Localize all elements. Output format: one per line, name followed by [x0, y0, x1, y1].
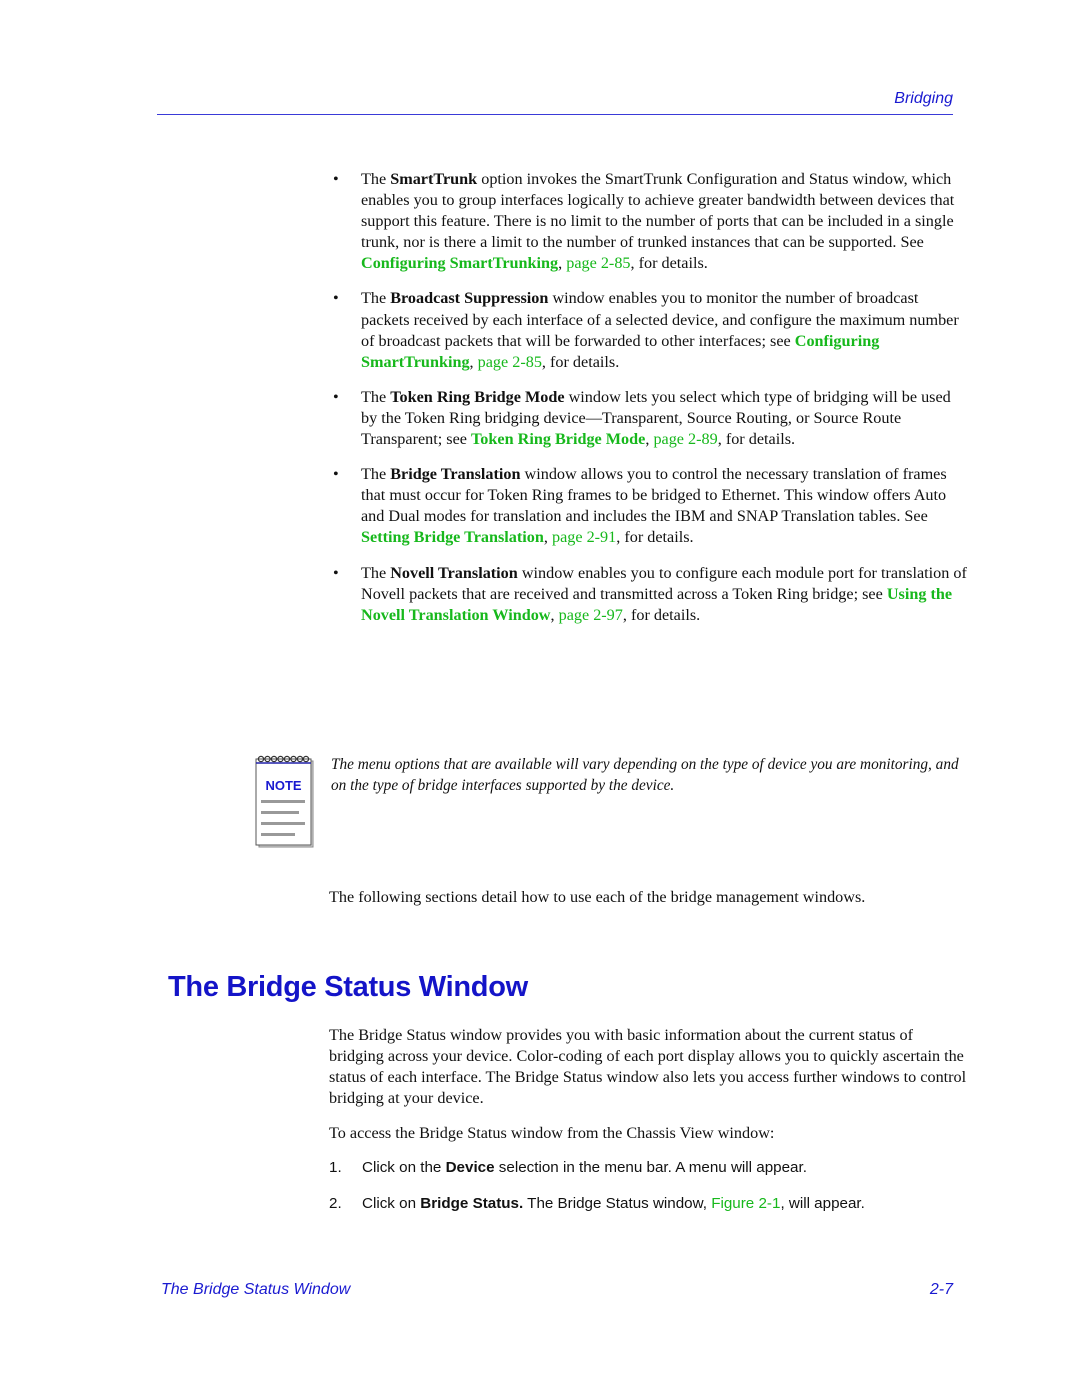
bullet-item-broadcast-suppression: • The Broadcast Suppression window enabl…: [333, 288, 967, 372]
bullet-text: The: [361, 170, 391, 188]
page-ref-link[interactable]: page 2-85: [478, 353, 542, 371]
header-rule: [157, 114, 953, 115]
intro-paragraph: The Bridge Status window provides you wi…: [329, 1026, 967, 1108]
bullet-glyph: •: [333, 289, 339, 308]
section-heading: The Bridge Status Window: [168, 971, 528, 1003]
page-ref-link[interactable]: page 2-91: [552, 528, 616, 546]
step-text: selection in the menu bar. A menu will a…: [494, 1159, 807, 1176]
cross-ref-link[interactable]: Setting Bridge Translation: [361, 528, 544, 546]
separator: ,: [550, 605, 559, 624]
step-text: Click on the: [362, 1159, 446, 1176]
cross-ref-link[interactable]: Configuring SmartTrunking: [361, 254, 558, 272]
body-paragraph: The following sections detail how to use…: [329, 888, 866, 906]
bullet-term: Bridge Translation: [390, 465, 521, 484]
step-bold: Bridge Status.: [420, 1195, 524, 1212]
bullet-text: The: [361, 465, 391, 484]
figure-ref-link[interactable]: Figure 2-1: [711, 1195, 780, 1212]
bullet-glyph: •: [333, 563, 339, 582]
footer-section-title: The Bridge Status Window: [161, 1281, 351, 1298]
bullet-tail: , for details.: [630, 254, 708, 273]
step-text: Click on: [362, 1195, 421, 1212]
note-icon-label: NOTE: [265, 778, 301, 793]
running-header: Bridging: [894, 90, 953, 107]
bullet-text: The: [361, 563, 391, 582]
bullet-glyph: •: [333, 387, 339, 406]
page-number: 2-7: [929, 1281, 953, 1298]
section-intro: The Bridge Status window provides you wi…: [329, 1025, 969, 1158]
bullet-tail: , for details.: [622, 605, 701, 624]
cross-ref-link[interactable]: Token Ring Bridge Mode: [471, 430, 645, 448]
step-text: The Bridge Status window,: [523, 1195, 712, 1212]
note-icon: NOTE: [255, 755, 315, 848]
bullet-term: Broadcast Suppression: [390, 289, 549, 308]
step-bold: Device: [445, 1159, 495, 1176]
bullet-text: The: [361, 289, 391, 308]
step-2: 2. Click on Bridge Status. The Bridge St…: [329, 1194, 969, 1214]
bullet-text: The: [361, 387, 391, 406]
bullet-item-novell-translation: • The Novell Translation window enables …: [333, 563, 967, 626]
step-number: 2.: [329, 1195, 342, 1212]
step-tail: , will appear.: [780, 1195, 865, 1212]
bullet-term: Token Ring Bridge Mode: [390, 387, 565, 406]
bullet-glyph: •: [333, 170, 339, 188]
bullet-list: • The SmartTrunk option invokes the Smar…: [333, 169, 967, 640]
page-ref-link[interactable]: page 2-97: [559, 606, 623, 624]
bullet-term: Novell Translation: [390, 563, 518, 582]
page-ref-link[interactable]: page 2-89: [653, 430, 717, 448]
access-paragraph: To access the Bridge Status window from …: [329, 1124, 775, 1143]
note-text: The menu options that are available will…: [331, 756, 959, 794]
bullet-item-token-ring-bridge-mode: • The Token Ring Bridge Mode window lets…: [333, 387, 967, 450]
bullet-tail: , for details.: [717, 430, 796, 449]
bullet-glyph: •: [333, 465, 339, 484]
separator: ,: [543, 528, 552, 547]
step-number: 1.: [329, 1159, 342, 1176]
bullet-item-bridge-translation: • The Bridge Translation window allows y…: [333, 464, 967, 548]
step-1: 1. Click on the Device selection in the …: [329, 1158, 969, 1178]
separator: ,: [469, 352, 478, 371]
page-ref-link[interactable]: page 2-85: [566, 254, 630, 272]
bullet-tail: , for details.: [616, 528, 694, 547]
bullet-term: SmartTrunk: [390, 170, 478, 188]
bullet-tail: , for details.: [541, 352, 620, 371]
procedure-steps: 1. Click on the Device selection in the …: [329, 1158, 969, 1230]
bullet-item-smarttrunk: • The SmartTrunk option invokes the Smar…: [333, 169, 967, 274]
